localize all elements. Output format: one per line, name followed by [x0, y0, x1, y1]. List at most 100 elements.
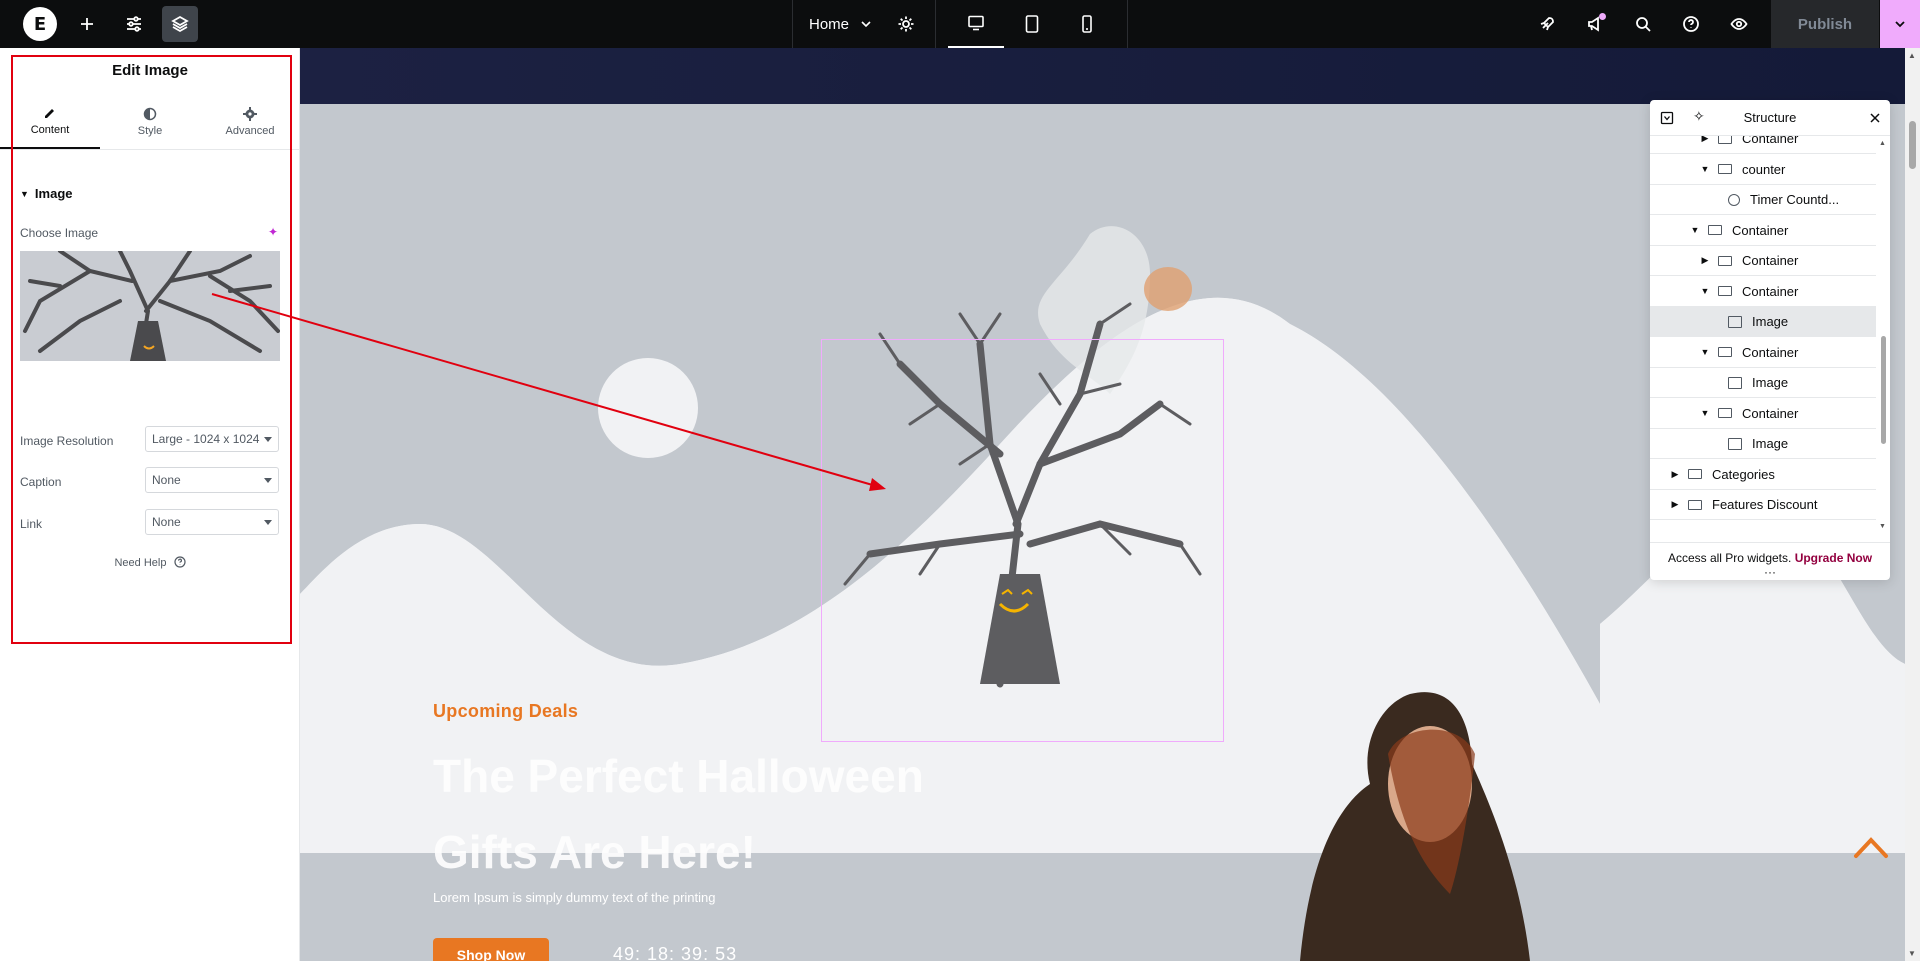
structure-item-label: Container — [1742, 405, 1799, 421]
page-selector[interactable]: Home — [809, 0, 873, 48]
image-icon — [1728, 437, 1742, 450]
structure-header: ✧ Structure — [1650, 100, 1890, 136]
structure-item-label: Image — [1752, 436, 1789, 451]
tablet-view-button[interactable] — [1004, 0, 1060, 48]
caret-right-icon[interactable]: ▶ — [1670, 469, 1680, 479]
notifications-button[interactable] — [1577, 6, 1613, 42]
help-icon — [1683, 16, 1699, 32]
structure-item[interactable]: ▼ Container — [1650, 216, 1876, 246]
structure-item-label: Container — [1742, 136, 1799, 146]
structure-item-label: Image — [1752, 314, 1789, 329]
caret-down-icon[interactable]: ▼ — [1690, 225, 1700, 235]
structure-item[interactable]: ▼ counter — [1650, 155, 1876, 185]
structure-item[interactable]: ▶ Container — [1650, 246, 1876, 276]
scroll-up-icon[interactable]: ▲ — [1908, 51, 1916, 60]
structure-item-label: Container — [1742, 283, 1799, 299]
scroll-down-icon[interactable]: ▼ — [1908, 949, 1916, 958]
structure-tree: ▶ Container ▼ counter Timer Countd... ▼ Contai… — [1650, 136, 1876, 526]
eye-icon — [1730, 18, 1748, 30]
deals-title: The Perfect Halloween Gifts Are Here! — [433, 750, 924, 878]
caret-right-icon[interactable]: ▶ — [1670, 499, 1680, 510]
container-icon — [1688, 469, 1702, 479]
clock-icon — [1728, 193, 1740, 206]
page-settings-button[interactable] — [888, 6, 924, 42]
caret-right-icon[interactable]: ▶ — [1700, 255, 1710, 266]
pro-widgets-footer: Access all Pro widgets. Upgrade Now ··· — [1650, 542, 1890, 580]
page-name: Home — [809, 15, 850, 33]
plus-icon — [81, 18, 93, 30]
selected-image-frame[interactable] — [821, 339, 1224, 742]
container-icon — [1718, 136, 1732, 144]
scroll-to-top-button[interactable] — [1853, 832, 1889, 865]
close-icon[interactable] — [1870, 113, 1880, 123]
scroll-thumb[interactable] — [1909, 121, 1916, 169]
countdown-timer: 49: 18: 39: 53 — [613, 944, 738, 961]
container-icon — [1718, 255, 1732, 266]
desktop-icon — [968, 15, 984, 31]
container-icon — [1718, 164, 1732, 174]
search-icon — [1636, 17, 1651, 32]
launchpad-button[interactable] — [1529, 6, 1565, 42]
structure-button[interactable] — [162, 6, 198, 42]
site-settings-button[interactable] — [116, 6, 152, 42]
structure-item[interactable]: ▼ Container — [1650, 399, 1876, 429]
structure-item[interactable]: ▶ Categories — [1650, 460, 1876, 490]
footer-text: Access all Pro widgets. — [1667, 551, 1792, 565]
container-icon — [1708, 225, 1722, 235]
structure-item[interactable]: Image — [1650, 307, 1876, 337]
logo-glyph: E — [33, 13, 47, 35]
structure-panel: ✧ Structure ▶ Container ▼ counter Timer Coun… — [1650, 100, 1890, 580]
caret-right-icon[interactable]: ▶ — [1700, 136, 1710, 144]
caret-down-icon[interactable]: ▼ — [1700, 408, 1710, 418]
structure-item[interactable]: Image — [1650, 429, 1876, 459]
caret-down-icon[interactable]: ▼ — [1700, 164, 1710, 174]
scroll-up-icon[interactable]: ▲ — [1879, 140, 1886, 147]
structure-item-label: Categories — [1712, 466, 1775, 482]
structure-item[interactable]: ▶Trending Products — [1650, 521, 1876, 527]
image-icon — [1728, 315, 1742, 328]
resize-handle[interactable]: ··· — [1650, 566, 1890, 578]
structure-item[interactable]: Image — [1650, 368, 1876, 398]
structure-item[interactable]: ▼ Container — [1650, 277, 1876, 307]
gear-icon — [898, 16, 914, 32]
upgrade-now-link[interactable]: Upgrade Now — [1795, 551, 1872, 565]
desktop-view-button[interactable] — [948, 0, 1004, 48]
add-element-button[interactable] — [69, 6, 105, 42]
sliders-icon — [127, 16, 141, 32]
structure-item-label: Container — [1742, 253, 1799, 268]
structure-item-label: Image — [1752, 375, 1789, 390]
structure-item[interactable]: ▶ Container — [1650, 136, 1876, 154]
structure-item-label: Container — [1742, 344, 1799, 360]
mobile-view-button[interactable] — [1059, 0, 1115, 48]
container-icon — [1688, 499, 1702, 510]
highlight-box — [11, 55, 292, 644]
structure-scrollbar[interactable]: ▲ ▼ — [1878, 140, 1888, 530]
structure-item-label: Features Discount — [1712, 497, 1818, 512]
help-button[interactable] — [1673, 6, 1709, 42]
structure-item-label: Timer Countd... — [1750, 192, 1840, 207]
elementor-logo[interactable]: E — [23, 7, 57, 41]
structure-scroll-thumb[interactable] — [1881, 336, 1886, 444]
publish-options-button[interactable] — [1880, 0, 1920, 48]
layers-icon — [171, 15, 189, 33]
structure-item[interactable]: ▶ Features Discount — [1650, 490, 1876, 520]
chevron-down-icon — [861, 21, 871, 28]
search-button[interactable] — [1625, 6, 1661, 42]
container-icon — [1718, 286, 1732, 296]
structure-item[interactable]: ▼ Container — [1650, 338, 1876, 368]
container-icon — [1718, 347, 1732, 357]
shop-now-button[interactable]: Shop Now — [433, 938, 549, 961]
scroll-down-icon[interactable]: ▼ — [1879, 523, 1886, 530]
chevron-up-icon — [1854, 837, 1888, 858]
rocket-icon — [1540, 17, 1554, 31]
deals-subtitle: Lorem Ipsum is simply dummy text of the … — [433, 890, 716, 905]
caret-down-icon[interactable]: ▼ — [1700, 286, 1710, 296]
notification-dot — [1599, 13, 1606, 20]
preview-button[interactable] — [1721, 6, 1757, 42]
structure-item-label: Container — [1732, 222, 1789, 238]
page-scrollbar[interactable]: ▲ ▼ — [1905, 48, 1920, 961]
caret-down-icon[interactable]: ▼ — [1700, 347, 1710, 357]
structure-item[interactable]: Timer Countd... — [1650, 185, 1876, 215]
publish-button[interactable]: Publish — [1771, 0, 1879, 48]
